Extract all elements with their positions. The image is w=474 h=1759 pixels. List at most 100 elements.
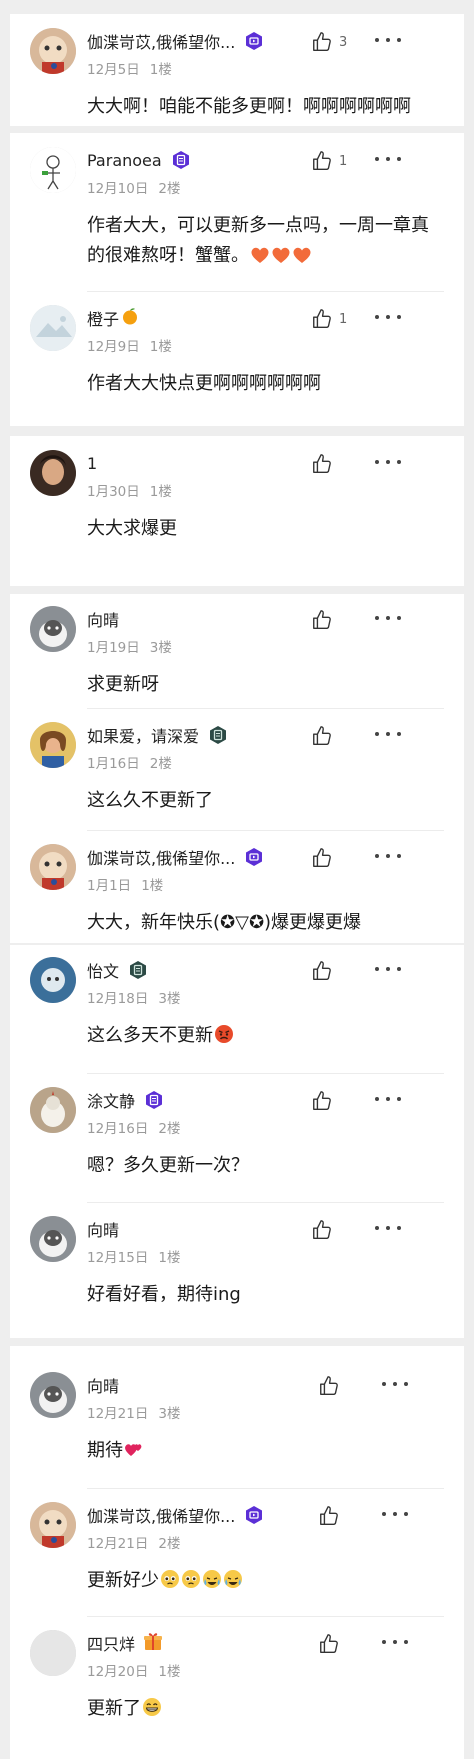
floor-number: 2楼: [158, 181, 181, 197]
purple-video-badge-icon: [244, 31, 264, 51]
like-button[interactable]: [311, 959, 339, 983]
username[interactable]: 涂文静: [87, 1088, 135, 1112]
comment-date: 12月10日: [87, 181, 149, 197]
comment-text: 好看好看，期待ing: [87, 1284, 241, 1305]
username[interactable]: 伽渫岢苡,俄俙望你...: [87, 29, 235, 53]
like-button[interactable]: [318, 1632, 346, 1656]
like-button[interactable]: [311, 608, 339, 632]
floor-number: 1楼: [158, 1250, 181, 1266]
comment-meta: 1月19日 3楼: [87, 636, 172, 656]
like-count: 3: [339, 34, 348, 50]
floor-number: 2楼: [158, 1121, 181, 1137]
comment-text: 大大啊！咱能不能多更啊！啊啊啊啊啊啊: [87, 96, 411, 117]
comment-text: 嗯？多久更新一次？: [87, 1155, 249, 1176]
username[interactable]: 1: [87, 454, 97, 473]
purple-video-badge-icon: [244, 847, 264, 867]
username[interactable]: Paranoea: [87, 151, 162, 170]
username[interactable]: 橙子: [87, 306, 119, 330]
comment-text: 作者大大，可以更新多一点吗，一周一章真的很难熬呀！蟹蟹。: [87, 211, 432, 271]
comment-meta: 12月21日 2楼: [87, 1532, 180, 1552]
name-row: 向晴: [87, 608, 119, 630]
name-row: Paranoea: [87, 149, 191, 171]
name-row: 如果爱，请深爱: [87, 724, 228, 746]
avatar[interactable]: [30, 305, 76, 351]
avatar[interactable]: [30, 1630, 76, 1676]
username[interactable]: 怡文: [87, 958, 119, 982]
more-options-icon[interactable]: [375, 959, 401, 979]
thumbs-up-icon: [313, 726, 331, 745]
thumbs-up-icon: [320, 1506, 338, 1525]
like-button[interactable]: [311, 1218, 339, 1242]
avatar[interactable]: [30, 957, 76, 1003]
comment-card: 1 1月30日 1楼 大大求爆更: [10, 436, 464, 586]
comment-text-body: 更新了: [87, 1698, 141, 1719]
username[interactable]: 四只烊: [87, 1631, 135, 1655]
divider: [87, 1488, 444, 1489]
avatar[interactable]: [30, 1216, 76, 1262]
floor-number: 1楼: [149, 62, 172, 78]
two-hearts-icon: [123, 1440, 144, 1461]
pleading-face-icon: [159, 1570, 201, 1591]
like-button[interactable]: 3: [311, 30, 347, 54]
comment-text-body: 期待: [87, 1440, 123, 1461]
name-row: 四只烊: [87, 1632, 163, 1654]
comment-card: 伽渫岢苡,俄俙望你... 12月5日 1楼 大大啊！咱能不能多更啊！啊啊啊啊啊啊 …: [10, 14, 464, 126]
comment-text: 求更新呀: [87, 674, 159, 695]
avatar[interactable]: [30, 28, 76, 74]
avatar[interactable]: [30, 606, 76, 652]
more-options-icon[interactable]: [382, 1632, 408, 1652]
like-button[interactable]: [311, 1089, 339, 1113]
like-button[interactable]: [311, 724, 339, 748]
more-options-icon[interactable]: [375, 1089, 401, 1109]
comment-card: 向晴 12月21日 3楼 期待 伽渫岢苡,俄俙望你... 12月21日 2楼 更新好…: [10, 1346, 464, 1759]
username[interactable]: 伽渫岢苡,俄俙望你...: [87, 1503, 235, 1527]
comment-date: 12月16日: [87, 1121, 149, 1137]
like-button[interactable]: 1: [311, 149, 347, 173]
comment-meta: 1月1日 1楼: [87, 874, 163, 894]
more-options-icon[interactable]: [375, 1218, 401, 1238]
like-button[interactable]: [311, 846, 339, 870]
name-row: 伽渫岢苡,俄俙望你...: [87, 30, 264, 52]
comment-meta: 1月16日 2楼: [87, 752, 172, 772]
floor-number: 1楼: [158, 1664, 181, 1680]
like-button[interactable]: [318, 1504, 346, 1528]
comment-date: 12月9日: [87, 339, 140, 355]
username[interactable]: 向晴: [87, 607, 119, 631]
username[interactable]: 如果爱，请深爱: [87, 723, 199, 747]
avatar[interactable]: [30, 1087, 76, 1133]
username[interactable]: 伽渫岢苡,俄俙望你...: [87, 845, 235, 869]
avatar[interactable]: [30, 844, 76, 890]
more-options-icon[interactable]: [375, 307, 401, 327]
floor-number: 1楼: [149, 339, 172, 355]
avatar[interactable]: [30, 1372, 76, 1418]
avatar[interactable]: [30, 1502, 76, 1548]
more-options-icon[interactable]: [375, 846, 401, 866]
like-button[interactable]: [318, 1374, 346, 1398]
avatar[interactable]: [30, 147, 76, 193]
tangerine-icon: [121, 307, 139, 329]
floor-number: 2楼: [158, 1536, 181, 1552]
like-button[interactable]: [311, 452, 339, 476]
more-options-icon[interactable]: [375, 608, 401, 628]
username[interactable]: 向晴: [87, 1373, 119, 1397]
more-options-icon[interactable]: [375, 149, 401, 169]
more-options-icon[interactable]: [375, 452, 401, 472]
avatar[interactable]: [30, 722, 76, 768]
more-options-icon[interactable]: [375, 30, 401, 50]
comment-date: 12月21日: [87, 1536, 149, 1552]
floor-number: 2楼: [149, 756, 172, 772]
dark-document-badge-icon: [128, 960, 148, 980]
angry-face-icon: [213, 1025, 234, 1046]
divider: [87, 1202, 444, 1203]
avatar[interactable]: [30, 450, 76, 496]
more-options-icon[interactable]: [382, 1504, 408, 1524]
more-options-icon[interactable]: [382, 1374, 408, 1394]
thumbs-up-icon: [313, 151, 331, 170]
more-options-icon[interactable]: [375, 724, 401, 744]
comment-date: 12月21日: [87, 1406, 149, 1422]
comment-text: 更新好少: [87, 1566, 432, 1596]
username[interactable]: 向晴: [87, 1217, 119, 1241]
like-button[interactable]: 1: [311, 307, 347, 331]
comment-date: 12月18日: [87, 991, 149, 1007]
name-row: 向晴: [87, 1374, 119, 1396]
